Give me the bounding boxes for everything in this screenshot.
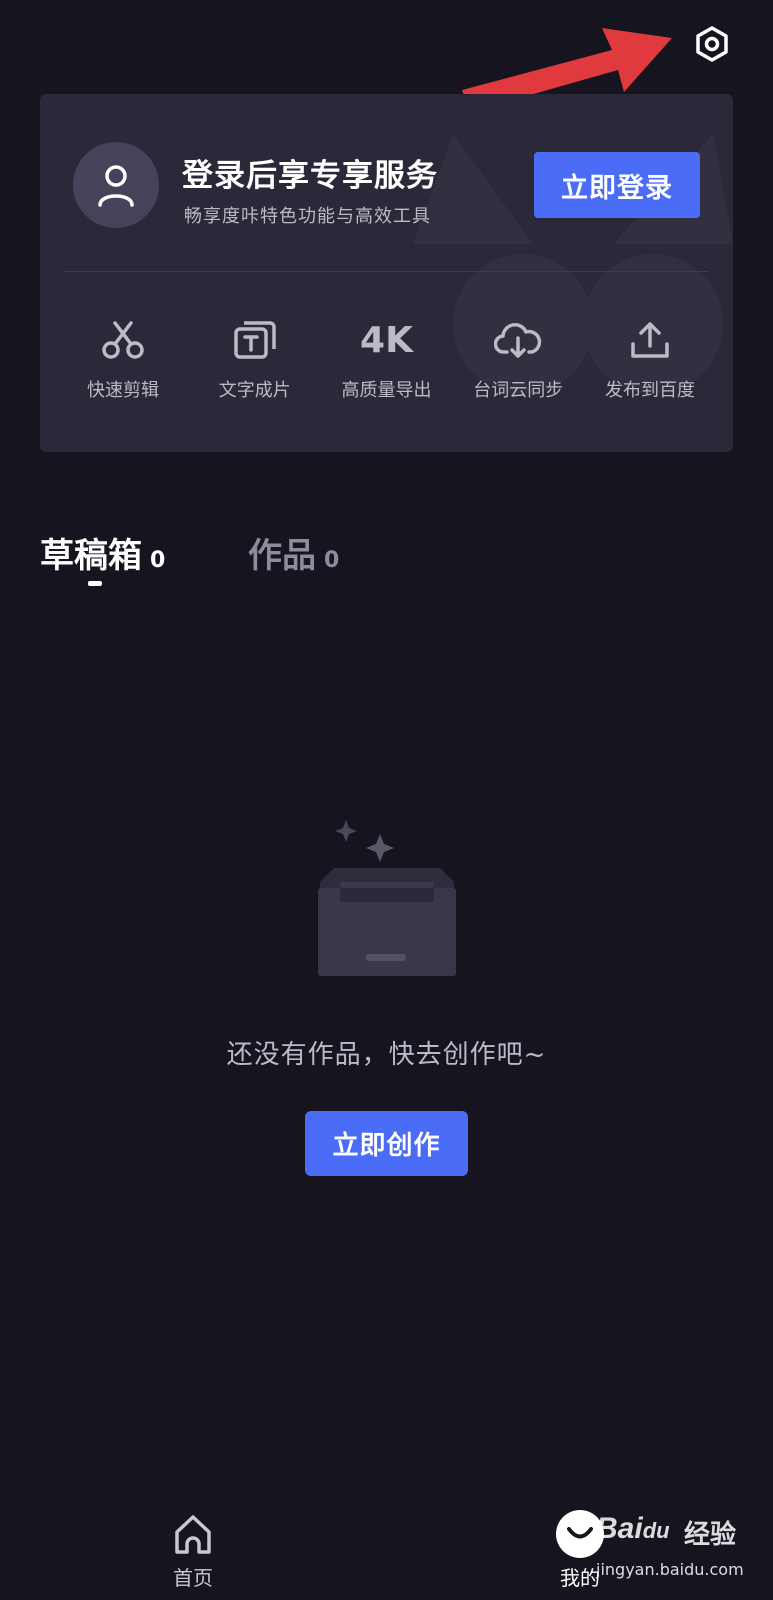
feature-hq-export[interactable]: 4K 高质量导出 <box>322 316 452 402</box>
login-button[interactable]: 立即登录 <box>534 152 700 218</box>
4k-icon: 4K <box>360 319 413 361</box>
tab-label: 草稿箱 <box>40 536 142 576</box>
feature-text-to-video[interactable]: 文字成片 <box>190 316 320 402</box>
upload-icon <box>631 322 669 358</box>
scissors-icon <box>102 321 144 359</box>
watermark-url: jingyan.baidu.com <box>596 1560 744 1579</box>
active-tab-indicator <box>88 581 102 586</box>
watermark-logo: Baidu <box>596 1512 670 1545</box>
feature-list: 快速剪辑 文字成片 4K 高质量导出 台词云同步 发布到百度 <box>58 316 715 402</box>
home-icon <box>175 1515 211 1554</box>
feature-label: 台词云同步 <box>473 380 564 401</box>
login-title: 登录后享专享服务 <box>182 158 438 194</box>
tab-count: 0 <box>324 548 340 573</box>
create-button[interactable]: 立即创作 <box>305 1111 468 1176</box>
nav-label: 我的 <box>560 1566 600 1590</box>
feature-quick-edit[interactable]: 快速剪辑 <box>58 316 188 402</box>
feature-label: 快速剪辑 <box>87 380 159 401</box>
tab-label: 作品 <box>248 536 316 576</box>
tab-drafts[interactable]: 草稿箱 0 <box>40 528 165 577</box>
baidu-jingyan-watermark: Baidu 经验 jingyan.baidu.com <box>596 1508 773 1598</box>
watermark-brand: 经验 <box>684 1520 737 1550</box>
feature-label: 文字成片 <box>218 380 291 401</box>
settings-icon <box>696 26 728 62</box>
tab-count: 0 <box>150 548 166 573</box>
feature-label: 发布到百度 <box>605 380 695 401</box>
settings-button[interactable] <box>690 22 734 66</box>
feature-subtitle-sync[interactable]: 台词云同步 <box>453 316 583 402</box>
nav-label: 首页 <box>173 1566 213 1590</box>
login-card: 登录后享专享服务 畅享度咔特色功能与高效工具 立即登录 快速剪辑 文字成片 4K… <box>40 94 733 452</box>
login-subtitle: 畅享度咔特色功能与高效工具 <box>184 206 431 227</box>
user-icon <box>98 165 134 207</box>
profile-page: 登录后享专享服务 畅享度咔特色功能与高效工具 立即登录 快速剪辑 文字成片 4K… <box>0 0 773 1600</box>
avatar[interactable] <box>73 142 159 228</box>
empty-box-icon <box>318 820 456 976</box>
text-frame-icon <box>234 321 276 359</box>
empty-state-message: 还没有作品，快去创作吧~ <box>226 1040 547 1070</box>
nav-home[interactable]: 首页 <box>148 1510 238 1591</box>
feature-label: 高质量导出 <box>341 380 432 401</box>
card-divider <box>64 271 709 272</box>
cloud-download-icon <box>494 323 542 358</box>
feature-publish-baidu[interactable]: 发布到百度 <box>585 316 715 402</box>
tab-works[interactable]: 作品 0 <box>248 528 339 577</box>
